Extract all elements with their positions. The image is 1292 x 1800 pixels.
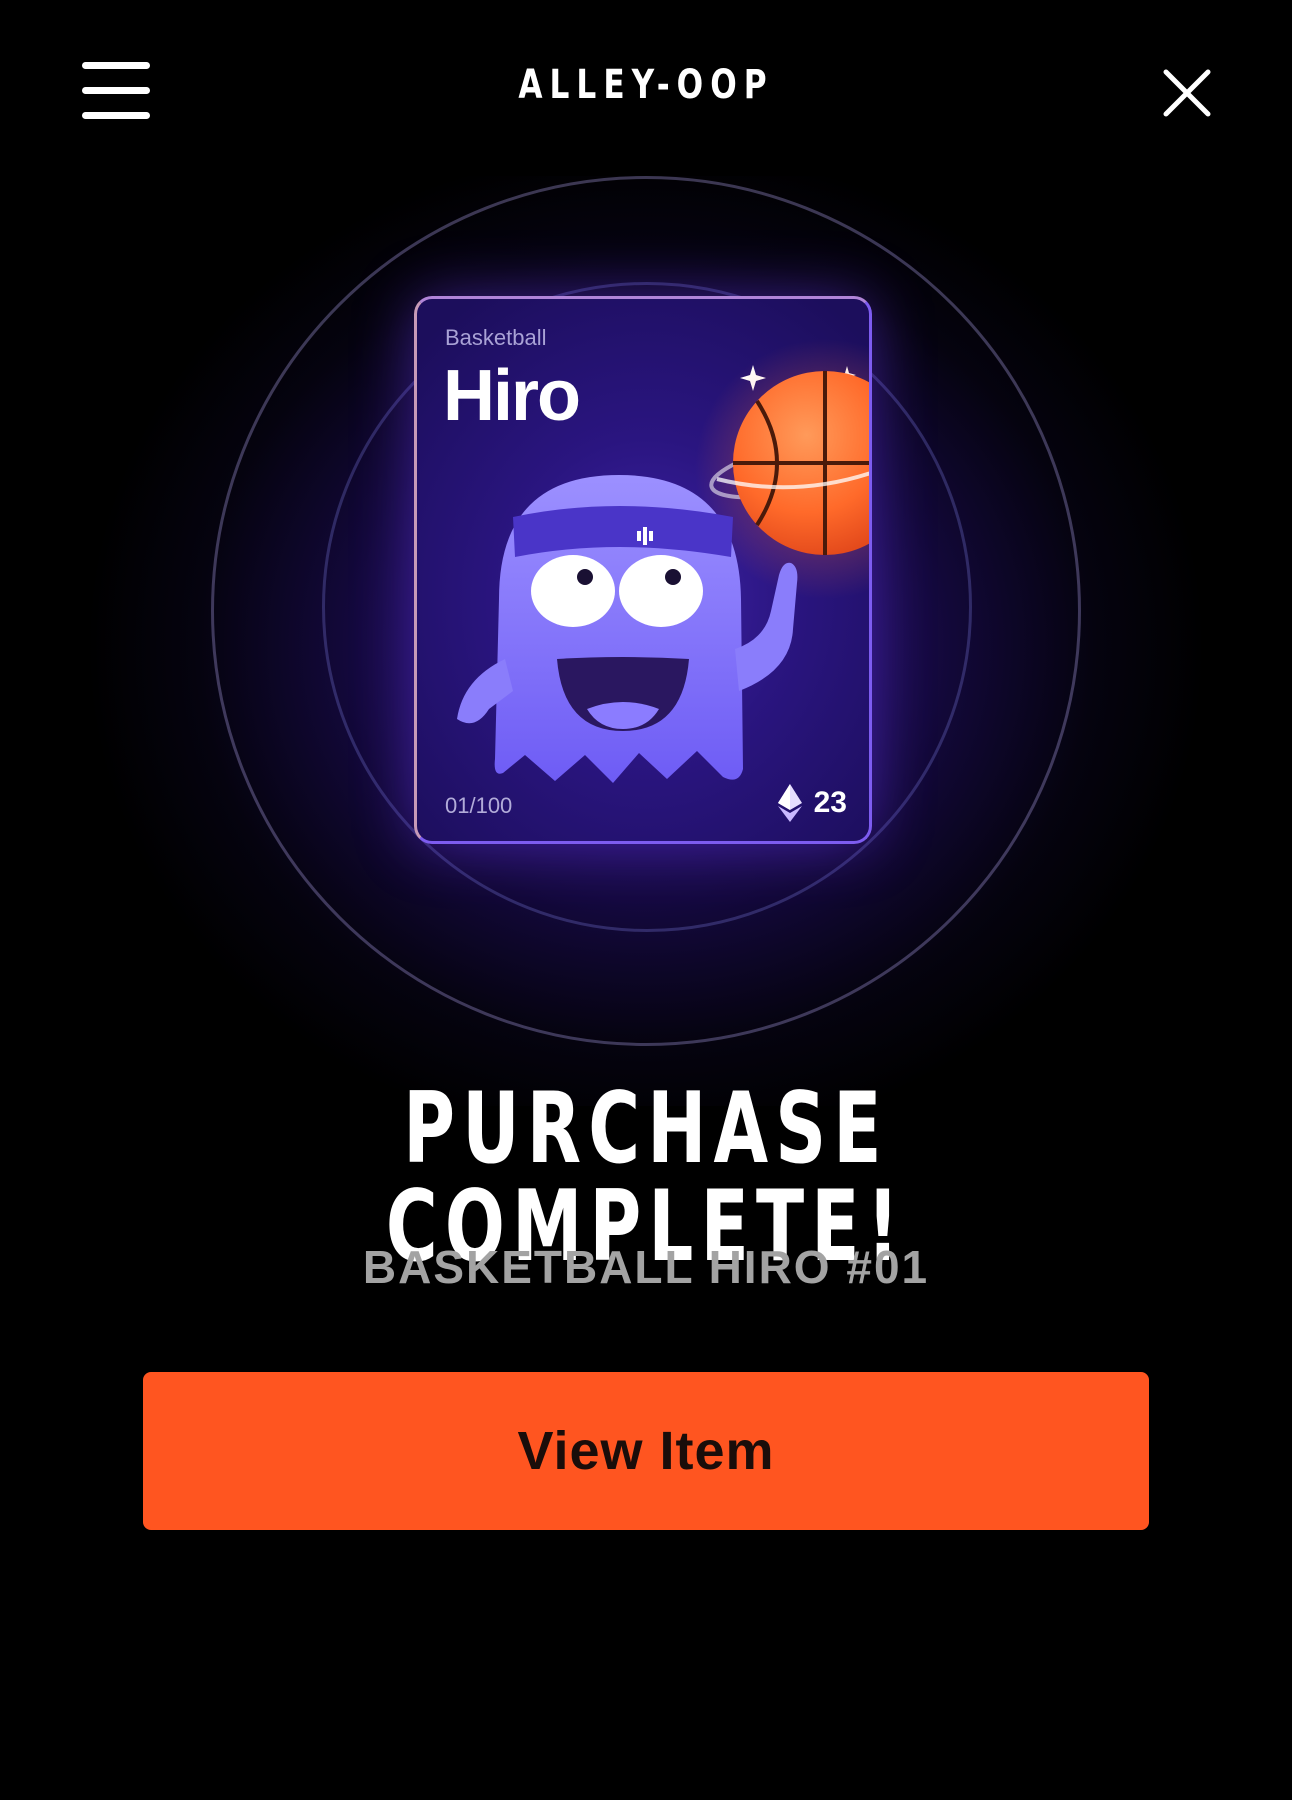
nft-card: Basketball Hiro 01/100 23 bbox=[414, 296, 872, 844]
card-price: 23 bbox=[777, 783, 847, 823]
ghost-mascot-illustration bbox=[457, 339, 869, 783]
nft-showcase: Basketball Hiro 01/100 23 bbox=[0, 176, 1292, 1106]
top-bar: ALLEY-OOP bbox=[0, 0, 1292, 180]
ethereum-icon bbox=[777, 784, 802, 822]
purchased-item-name: BASKETBALL HIRO #01 bbox=[362, 1241, 930, 1293]
card-price-value: 23 bbox=[813, 786, 847, 819]
view-item-button[interactable]: View Item bbox=[143, 1372, 1149, 1530]
close-icon[interactable] bbox=[1160, 66, 1214, 120]
view-item-button-label: View Item bbox=[517, 1421, 775, 1481]
card-edition-number: 01/100 bbox=[445, 793, 513, 818]
brand-logo: ALLEY-OOP bbox=[518, 62, 774, 108]
